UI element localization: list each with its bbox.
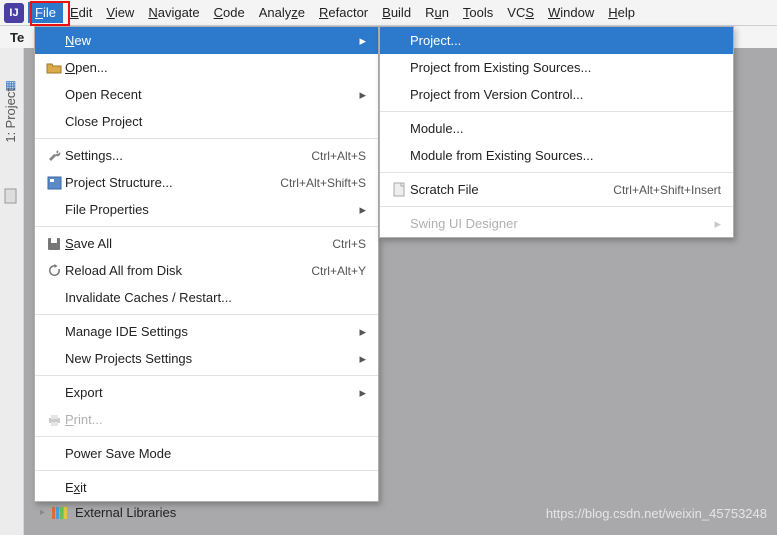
file-new-proj-settings[interactable]: New Projects Settings▸ [35, 345, 378, 372]
libraries-icon [51, 505, 69, 520]
file-settings[interactable]: Settings... Ctrl+Alt+S [35, 142, 378, 169]
separator [35, 436, 378, 437]
new-submenu: Project... Project from Existing Sources… [379, 26, 734, 238]
file-menu-dropdown: New ▸ Open... Open Recent▸ Close Project… [34, 26, 379, 502]
left-gutter: ▦ 1: Project [0, 48, 24, 535]
separator [35, 470, 378, 471]
new-project[interactable]: Project... [380, 27, 733, 54]
save-icon [43, 237, 65, 251]
file-project-structure[interactable]: Project Structure... Ctrl+Alt+Shift+S [35, 169, 378, 196]
tree-libs-row[interactable]: ▸ External Libraries [40, 501, 186, 523]
separator [35, 226, 378, 227]
file-manage-ide[interactable]: Manage IDE Settings▸ [35, 318, 378, 345]
wrench-icon [43, 148, 65, 163]
new-swing-designer: Swing UI Designer▸ [380, 210, 733, 237]
menu-navigate[interactable]: Navigate [141, 2, 206, 23]
new-project-vcs[interactable]: Project from Version Control... [380, 81, 733, 108]
project-tab[interactable]: 1: Project [3, 88, 18, 143]
tree-libs-label: External Libraries [75, 505, 176, 520]
gutter-file-icon [3, 188, 19, 204]
file-invalidate[interactable]: Invalidate Caches / Restart... [35, 284, 378, 311]
file-power-save[interactable]: Power Save Mode [35, 440, 378, 467]
separator [35, 138, 378, 139]
file-open[interactable]: Open... [35, 54, 378, 81]
menu-help[interactable]: Help [601, 2, 642, 23]
menu-code[interactable]: Code [207, 2, 252, 23]
file-exit[interactable]: Exit [35, 474, 378, 501]
file-new[interactable]: New ▸ [35, 27, 378, 54]
menu-window[interactable]: Window [541, 2, 601, 23]
file-save-all[interactable]: Save All Ctrl+S [35, 230, 378, 257]
new-scratch-file[interactable]: Scratch File Ctrl+Alt+Shift+Insert [380, 176, 733, 203]
menu-vcs[interactable]: VCS [500, 2, 541, 23]
menu-analyze[interactable]: Analyze [252, 2, 312, 23]
menubar: IJ File Edit View Navigate Code Analyze … [0, 0, 777, 26]
app-icon: IJ [4, 3, 24, 23]
file-reload[interactable]: Reload All from Disk Ctrl+Alt+Y [35, 257, 378, 284]
new-module[interactable]: Module... [380, 115, 733, 142]
separator [35, 314, 378, 315]
new-project-existing[interactable]: Project from Existing Sources... [380, 54, 733, 81]
separator [35, 375, 378, 376]
file-open-recent[interactable]: Open Recent▸ [35, 81, 378, 108]
menu-edit[interactable]: Edit [63, 2, 99, 23]
menu-tools[interactable]: Tools [456, 2, 500, 23]
project-structure-icon [43, 176, 65, 190]
menu-view[interactable]: View [99, 2, 141, 23]
print-icon [43, 413, 65, 427]
expand-icon[interactable]: ▸ [40, 507, 45, 518]
menu-run[interactable]: Run [418, 2, 456, 23]
menu-build[interactable]: Build [375, 2, 418, 23]
menu-file[interactable]: File [28, 2, 63, 23]
separator [380, 172, 733, 173]
toolbar-title: Te [10, 30, 24, 45]
reload-icon [43, 263, 65, 278]
open-folder-icon [43, 61, 65, 75]
menu-refactor[interactable]: Refactor [312, 2, 375, 23]
file-print: Print... [35, 406, 378, 433]
scratch-icon [388, 182, 410, 197]
file-export[interactable]: Export▸ [35, 379, 378, 406]
separator [380, 206, 733, 207]
file-properties[interactable]: File Properties▸ [35, 196, 378, 223]
separator [380, 111, 733, 112]
file-close-project[interactable]: Close Project [35, 108, 378, 135]
new-module-existing[interactable]: Module from Existing Sources... [380, 142, 733, 169]
watermark: https://blog.csdn.net/weixin_45753248 [546, 506, 767, 521]
